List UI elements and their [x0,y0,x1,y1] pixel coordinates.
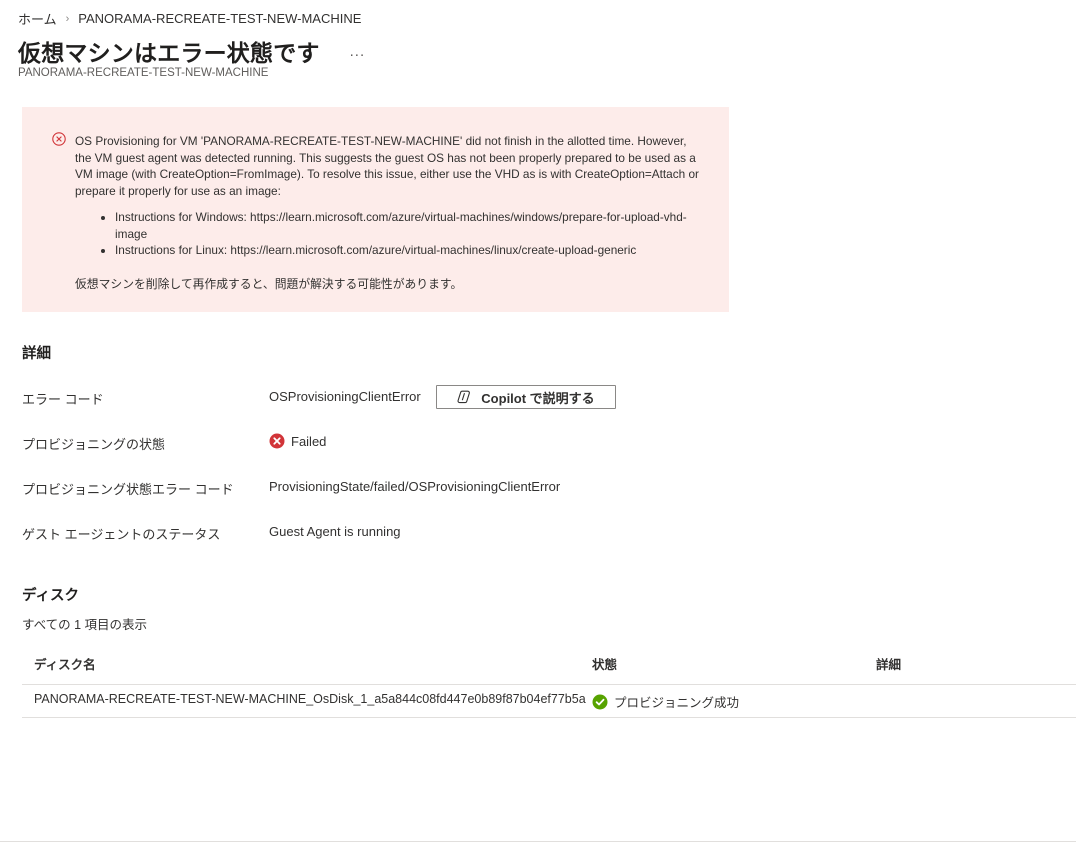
disk-name-cell[interactable]: PANORAMA-RECREATE-TEST-NEW-MACHINE_OsDis… [34,692,586,706]
details-section-title: 詳細 [22,346,51,362]
disk-status-cell: プロビジョニング成功 [592,692,739,711]
title-row: 仮想マシンはエラー状態です ... [18,34,369,68]
column-header-disk-name[interactable]: ディスク名 [34,654,96,673]
provisioning-error-code-value: ProvisioningState/failed/OSProvisioningC… [269,479,561,494]
copilot-explain-button[interactable]: Copilot で説明する [436,385,616,409]
copilot-icon [457,390,471,404]
disk-status-text: プロビジョニング成功 [614,696,740,710]
breadcrumb-current[interactable]: PANORAMA-RECREATE-TEST-NEW-MACHINE [78,11,361,26]
alert-message: OS Provisioning for VM 'PANORAMA-RECREAT… [75,134,699,198]
alert-body: OS Provisioning for VM 'PANORAMA-RECREAT… [75,133,705,292]
success-check-icon [592,694,608,709]
error-circle-icon [52,132,66,146]
table-row-divider [22,717,1076,718]
breadcrumb-separator-icon: › [65,12,70,25]
error-alert: OS Provisioning for VM 'PANORAMA-RECREAT… [22,107,729,312]
column-header-details[interactable]: 詳細 [876,654,901,673]
copilot-explain-label: Copilot で説明する [481,390,595,406]
alert-bullet-list: Instructions for Windows: https://learn.… [75,209,705,259]
disks-section-title: ディスク [22,588,79,604]
alert-bullet-windows: Instructions for Windows: https://learn.… [115,209,705,242]
page-subtitle: PANORAMA-RECREATE-TEST-NEW-MACHINE [18,67,269,79]
provisioning-state-text: Failed [291,433,327,449]
disks-item-count: すべての 1 項目の表示 [22,618,148,632]
provisioning-error-code-label: プロビジョニング状態エラー コード [22,482,234,497]
breadcrumb: ホーム › PANORAMA-RECREATE-TEST-NEW-MACHINE [18,9,361,28]
alert-bullet-linux: Instructions for Linux: https://learn.mi… [115,242,705,259]
error-code-value: OSProvisioningClientError [269,389,421,404]
bottom-divider [0,841,1076,842]
column-header-status[interactable]: 状態 [592,654,617,673]
provisioning-state-label: プロビジョニングの状態 [22,437,166,452]
provisioning-state-value: Failed [269,433,326,449]
failed-status-icon [269,433,285,449]
page-title: 仮想マシンはエラー状態です [18,40,320,66]
guest-agent-status-value: Guest Agent is running [269,524,401,539]
breadcrumb-home[interactable]: ホーム [18,9,57,28]
guest-agent-status-label: ゲスト エージェントのステータス [22,527,221,542]
table-header-divider [22,684,1076,685]
error-code-label: エラー コード [22,392,104,407]
alert-note: 仮想マシンを削除して再作成すると、問題が解決する可能性があります。 [75,276,463,291]
more-options-button[interactable]: ... [346,43,370,60]
